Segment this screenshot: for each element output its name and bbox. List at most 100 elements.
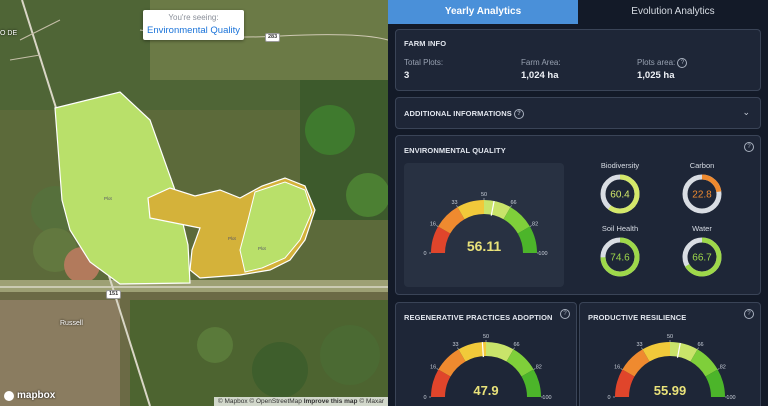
info-icon[interactable]: ? — [677, 58, 688, 68]
analytics-panel: Yearly Analytics Evolution Analytics FAR… — [388, 0, 768, 406]
gauge-tick — [620, 368, 623, 370]
ring-value: 22.8 — [692, 190, 712, 201]
gauge-segment — [506, 349, 534, 377]
mapbox-logo[interactable]: mapbox — [4, 390, 55, 401]
tab-bar: Yearly Analytics Evolution Analytics — [388, 0, 768, 24]
gauge-segment — [438, 349, 466, 377]
ring-value: 74.6 — [610, 253, 630, 264]
tab-yearly-analytics[interactable]: Yearly Analytics — [388, 0, 578, 24]
info-icon[interactable]: ? — [744, 142, 754, 152]
metric-label: Biodiversity — [600, 161, 640, 170]
gauge-tick-label: 50 — [667, 334, 673, 340]
gauge-segment — [438, 207, 465, 234]
biodiversity-ring: 60.4 — [600, 174, 640, 214]
gauge-tick-label: 82 — [720, 365, 726, 371]
map-view[interactable]: Plot Plot Plot You're seeing: Environmen… — [0, 0, 388, 406]
carbon-ring: 22.8 — [682, 174, 722, 214]
gauge-segment — [642, 342, 671, 362]
environmental-quality-card: ENVIRONMENTAL QUALITY ? 0 16 33 50 66 82 100 56… — [395, 135, 761, 295]
gauge-tick-label: 66 — [513, 342, 519, 348]
additional-info-card[interactable]: ADDITIONAL INFORMATIONS ? ⌄ — [395, 97, 761, 129]
metric-label: Soil Health — [601, 224, 639, 233]
gauge-segment — [690, 349, 718, 377]
plots-area-value: 1,025 ha — [637, 70, 675, 81]
gauge-segment — [457, 200, 485, 220]
improve-map-link[interactable]: Improve this map — [304, 398, 358, 405]
gauge-tick — [436, 225, 439, 227]
gauge-segment — [521, 369, 541, 398]
plots-area-label-text: Plots area: — [637, 58, 676, 68]
layer-indicator: You're seeing: Environmental Quality — [143, 10, 244, 40]
mapbox-logo-text: mapbox — [17, 390, 56, 401]
info-icon[interactable]: ? — [514, 109, 525, 120]
metric-carbon: Carbon 22.8 — [678, 161, 726, 223]
gauge-value: 55.99 — [654, 383, 687, 398]
productive-resilience-gauge: 0 16 33 50 66 82 100 55.99 — [607, 334, 735, 401]
metric-biodiversity: Biodiversity 60.4 — [596, 161, 644, 223]
environmental-quality-gauge: 0 16 33 50 66 82 100 56.11 — [423, 192, 547, 257]
metric-label: Carbon — [689, 161, 715, 170]
gauge-tick-label: 33 — [451, 200, 457, 206]
gauge-segment — [517, 226, 537, 254]
mapbox-icon — [4, 390, 14, 401]
gauge-tick-label: 0 — [423, 395, 426, 401]
info-icon[interactable]: ? — [744, 309, 754, 319]
chevron-down-icon[interactable]: ⌄ — [742, 107, 750, 118]
gauge-segment — [615, 369, 635, 398]
gauge-tick-label: 100 — [538, 251, 547, 257]
total-plots-value: 3 — [404, 70, 410, 81]
attribution-maxar[interactable]: © Maxar — [359, 398, 384, 405]
environmental-quality-title: ENVIRONMENTAL QUALITY — [404, 146, 506, 155]
gauge-value: 56.11 — [467, 238, 501, 254]
gauge-segment — [431, 226, 451, 254]
road-label: 151 — [106, 290, 122, 299]
gauge-segment — [485, 342, 514, 362]
gauge-segment — [669, 342, 698, 362]
water-ring: 66.7 — [682, 237, 722, 277]
town-label: Russell — [60, 320, 83, 327]
gauge-segment — [483, 200, 511, 220]
seeing-value[interactable]: Environmental Quality — [143, 25, 244, 36]
additional-info-title: ADDITIONAL INFORMATIONS ? — [404, 109, 525, 120]
gauge-tick-label: 16 — [430, 365, 436, 371]
total-plots-label: Total Plots: — [404, 58, 444, 67]
plot-label: Plot — [104, 196, 112, 201]
gauge-tick-label: 66 — [510, 200, 516, 206]
gauge-segment — [503, 207, 530, 234]
plots-area-label: Plots area: ? — [637, 58, 688, 68]
farm-info-card: FARM INFO Total Plots: 3 Farm Area: 1,02… — [395, 29, 761, 91]
farm-info-title: FARM INFO — [404, 39, 447, 48]
map-attribution: © Mapbox © OpenStreetMap Improve this ma… — [213, 397, 388, 406]
gauge-tick-label: 0 — [607, 395, 610, 401]
gauge-tick — [436, 368, 439, 370]
environmental-quality-gauge-box: 0 16 33 50 66 82 100 56.11 — [404, 163, 564, 287]
soil-health-ring: 74.6 — [600, 237, 640, 277]
gauge-segment — [622, 349, 650, 377]
info-icon[interactable]: ? — [560, 309, 570, 319]
seeing-label: You're seeing: — [168, 13, 219, 22]
gauge-tick-label: 82 — [536, 365, 542, 371]
place-label: O DE — [0, 30, 18, 37]
plot-label: Plot — [228, 236, 236, 241]
gauge-tick-label: 33 — [452, 342, 458, 348]
regenerative-practices-title: REGENERATIVE PRACTICES ADOPTION — [404, 313, 553, 322]
attribution-osm[interactable]: © OpenStreetMap — [249, 398, 301, 405]
tab-evolution-analytics[interactable]: Evolution Analytics — [578, 0, 768, 24]
gauge-segment — [431, 369, 451, 398]
attribution-mapbox[interactable]: © Mapbox — [218, 398, 248, 405]
farm-area-label: Farm Area: — [521, 58, 561, 67]
ring-value: 66.7 — [692, 253, 712, 264]
farm-area-value: 1,024 ha — [521, 70, 559, 81]
gauge-value: 47.9 — [473, 383, 498, 398]
gauge-tick-label: 66 — [697, 342, 703, 348]
gauge-tick-label: 16 — [614, 365, 620, 371]
regenerative-practices-gauge: 0 16 33 50 66 82 100 47.9 — [423, 334, 551, 401]
additional-info-title-text: ADDITIONAL INFORMATIONS — [404, 109, 512, 118]
regenerative-practices-card: REGENERATIVE PRACTICES ADOPTION ? 0 16 33 5… — [395, 302, 577, 406]
gauge-tick-label: 0 — [423, 251, 426, 257]
metric-soil-health: Soil Health 74.6 — [596, 224, 644, 286]
gauge-tick-label: 100 — [726, 395, 735, 401]
gauge-tick-label: 100 — [542, 395, 551, 401]
ring-value: 60.4 — [610, 190, 630, 201]
plot-label: Plot — [258, 246, 266, 251]
